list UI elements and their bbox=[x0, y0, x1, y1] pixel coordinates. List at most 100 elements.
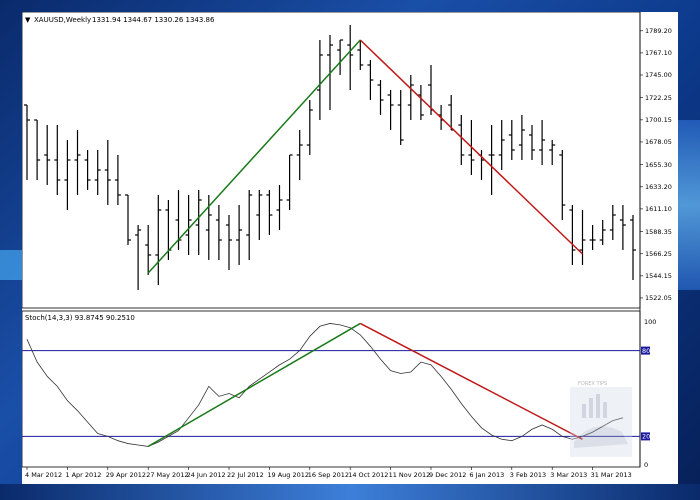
ohlc-bar bbox=[569, 205, 576, 265]
time-tick-label: 1 Apr 2012 bbox=[65, 471, 101, 479]
ohlc-bar bbox=[316, 40, 323, 120]
price-tick-label: 1767.10 bbox=[645, 49, 672, 57]
ohlc-bar bbox=[579, 210, 586, 265]
time-tick-label: 6 Jan 2013 bbox=[469, 471, 504, 479]
stoch-tick-label: 0 bbox=[644, 461, 648, 469]
time-tick-label: 24 Jun 2012 bbox=[187, 471, 226, 479]
ohlc-bars bbox=[24, 25, 636, 290]
price-tick-label: 1655.30 bbox=[645, 161, 672, 169]
ohlc-bar bbox=[619, 205, 626, 250]
ohlc-bar bbox=[337, 39, 344, 75]
ohlc-bar bbox=[64, 140, 71, 210]
uptrend-stoch-line[interactable] bbox=[147, 322, 361, 448]
time-tick-label: 27 May 2012 bbox=[146, 471, 188, 479]
ohlc-bar bbox=[599, 220, 606, 245]
ohlc-bar bbox=[135, 225, 142, 290]
time-tick-label: 3 Feb 2013 bbox=[510, 471, 546, 479]
background-glow-bottom bbox=[0, 484, 700, 500]
ohlc-bar bbox=[54, 125, 61, 195]
ohlc-bar bbox=[367, 60, 374, 100]
ohlc-bar bbox=[125, 194, 131, 245]
ohlc-bar bbox=[226, 215, 232, 270]
background-glow-left bbox=[0, 250, 22, 280]
ohlc-bar bbox=[498, 120, 505, 170]
stoch-main-line bbox=[26, 323, 624, 447]
ohlc-bar bbox=[74, 130, 81, 195]
ohlc-bar bbox=[539, 120, 546, 165]
ohlc-bar bbox=[529, 125, 535, 160]
stoch-tick-label: 100 bbox=[644, 318, 656, 326]
price-tick-label: 1566.25 bbox=[645, 250, 672, 258]
price-tick-label: 1700.15 bbox=[645, 116, 672, 124]
ohlc-bar bbox=[256, 190, 263, 240]
chart-canvas[interactable]: ▼ XAUUSD,Weekly 1331.94 1344.67 1330.26 … bbox=[22, 12, 678, 484]
watermark-text: FOREX TIPS bbox=[578, 381, 607, 387]
ohlc-bar bbox=[488, 125, 495, 195]
trendlines[interactable] bbox=[147, 39, 584, 448]
time-tick-label: 29 Apr 2012 bbox=[106, 471, 146, 479]
price-tick-label: 1522.05 bbox=[645, 294, 672, 302]
stochastic-indicator bbox=[22, 323, 640, 447]
stoch-panel-border bbox=[22, 310, 641, 468]
price-tick-label: 1611.10 bbox=[645, 205, 672, 213]
ohlc-bar bbox=[387, 90, 394, 130]
time-tick-label: 9 Dec 2012 bbox=[429, 471, 466, 479]
ohlc-bar bbox=[397, 90, 404, 145]
ohlc-bar bbox=[559, 150, 566, 220]
price-tick-label: 1588.35 bbox=[645, 228, 672, 236]
time-tick-label: 16 Sep 2012 bbox=[308, 471, 349, 479]
ohlc-bar bbox=[609, 205, 616, 240]
time-tick-label: 4 Mar 2012 bbox=[25, 471, 62, 479]
ohlc-bar bbox=[236, 205, 243, 265]
stoch-axis: 100 80 20 0 bbox=[641, 318, 656, 469]
price-tick-label: 1678.05 bbox=[645, 138, 672, 146]
header-dropdown-icon[interactable]: ▼ bbox=[25, 16, 31, 24]
ohlc-bar bbox=[215, 205, 222, 260]
chart-window[interactable]: ▼ XAUUSD,Weekly 1331.94 1344.67 1330.26 … bbox=[22, 12, 678, 484]
price-tick-label: 1722.25 bbox=[645, 94, 672, 102]
ohlc-bar bbox=[266, 190, 273, 235]
ohlc-bar bbox=[44, 125, 51, 185]
ohlc-bar bbox=[276, 185, 283, 230]
ohlc-bar bbox=[34, 119, 41, 180]
ohlc-bar bbox=[185, 195, 192, 255]
ohlc-bar bbox=[306, 100, 313, 155]
price-panel-border bbox=[22, 12, 641, 309]
time-tick-label: 14 Oct 2012 bbox=[348, 471, 388, 479]
ohlc-bar bbox=[417, 85, 424, 120]
price-tick-label: 1633.20 bbox=[645, 183, 672, 191]
ohlc-bar bbox=[377, 80, 384, 115]
price-tick-label: 1544.15 bbox=[645, 272, 672, 280]
time-axis: 4 Mar 2012 1 Apr 2012 29 Apr 2012 27 May 20… bbox=[25, 467, 632, 479]
uptrend-price-line[interactable] bbox=[147, 39, 361, 274]
time-tick-label: 3 Mar 2013 bbox=[550, 471, 587, 479]
ohlc-bar bbox=[549, 140, 556, 165]
ohlc-bar bbox=[347, 25, 354, 90]
symbol-header: XAUUSD,Weekly bbox=[34, 16, 91, 24]
ohlc-bar bbox=[195, 190, 202, 255]
time-tick-label: 11 Nov 2012 bbox=[389, 471, 431, 479]
stoch-level-label: 80 bbox=[642, 347, 650, 355]
ohlc-bar bbox=[246, 190, 253, 260]
ohlc-bar bbox=[155, 195, 162, 285]
ohlc-bar bbox=[145, 225, 152, 275]
ohlc-bar bbox=[296, 130, 303, 180]
ohlc-bar bbox=[357, 40, 364, 70]
price-tick-label: 1745.00 bbox=[645, 71, 672, 79]
time-tick-label: 22 Jul 2012 bbox=[227, 471, 264, 479]
indicator-header: Stoch(14,3,3) 93.8745 90.2510 bbox=[25, 314, 135, 322]
ohlc-bar bbox=[94, 150, 101, 195]
downtrend-price-line[interactable] bbox=[359, 39, 584, 255]
ohlc-header: 1331.94 1344.67 1330.26 1343.86 bbox=[92, 16, 215, 24]
stoch-level-label: 20 bbox=[642, 433, 650, 441]
forex-tips-watermark: FOREX TIPS bbox=[570, 381, 632, 457]
ohlc-bar bbox=[630, 215, 636, 280]
ohlc-bar bbox=[24, 104, 30, 180]
time-tick-label: 19 Aug 2012 bbox=[267, 471, 309, 479]
ohlc-bar bbox=[114, 155, 121, 205]
background-glow-right bbox=[678, 120, 700, 290]
ohlc-bar bbox=[407, 75, 414, 120]
ohlc-bar bbox=[104, 140, 111, 205]
downtrend-stoch-line[interactable] bbox=[359, 322, 583, 440]
price-axis: 1789.20 1767.10 1745.00 1722.25 1700.15 1678.… bbox=[640, 27, 672, 302]
